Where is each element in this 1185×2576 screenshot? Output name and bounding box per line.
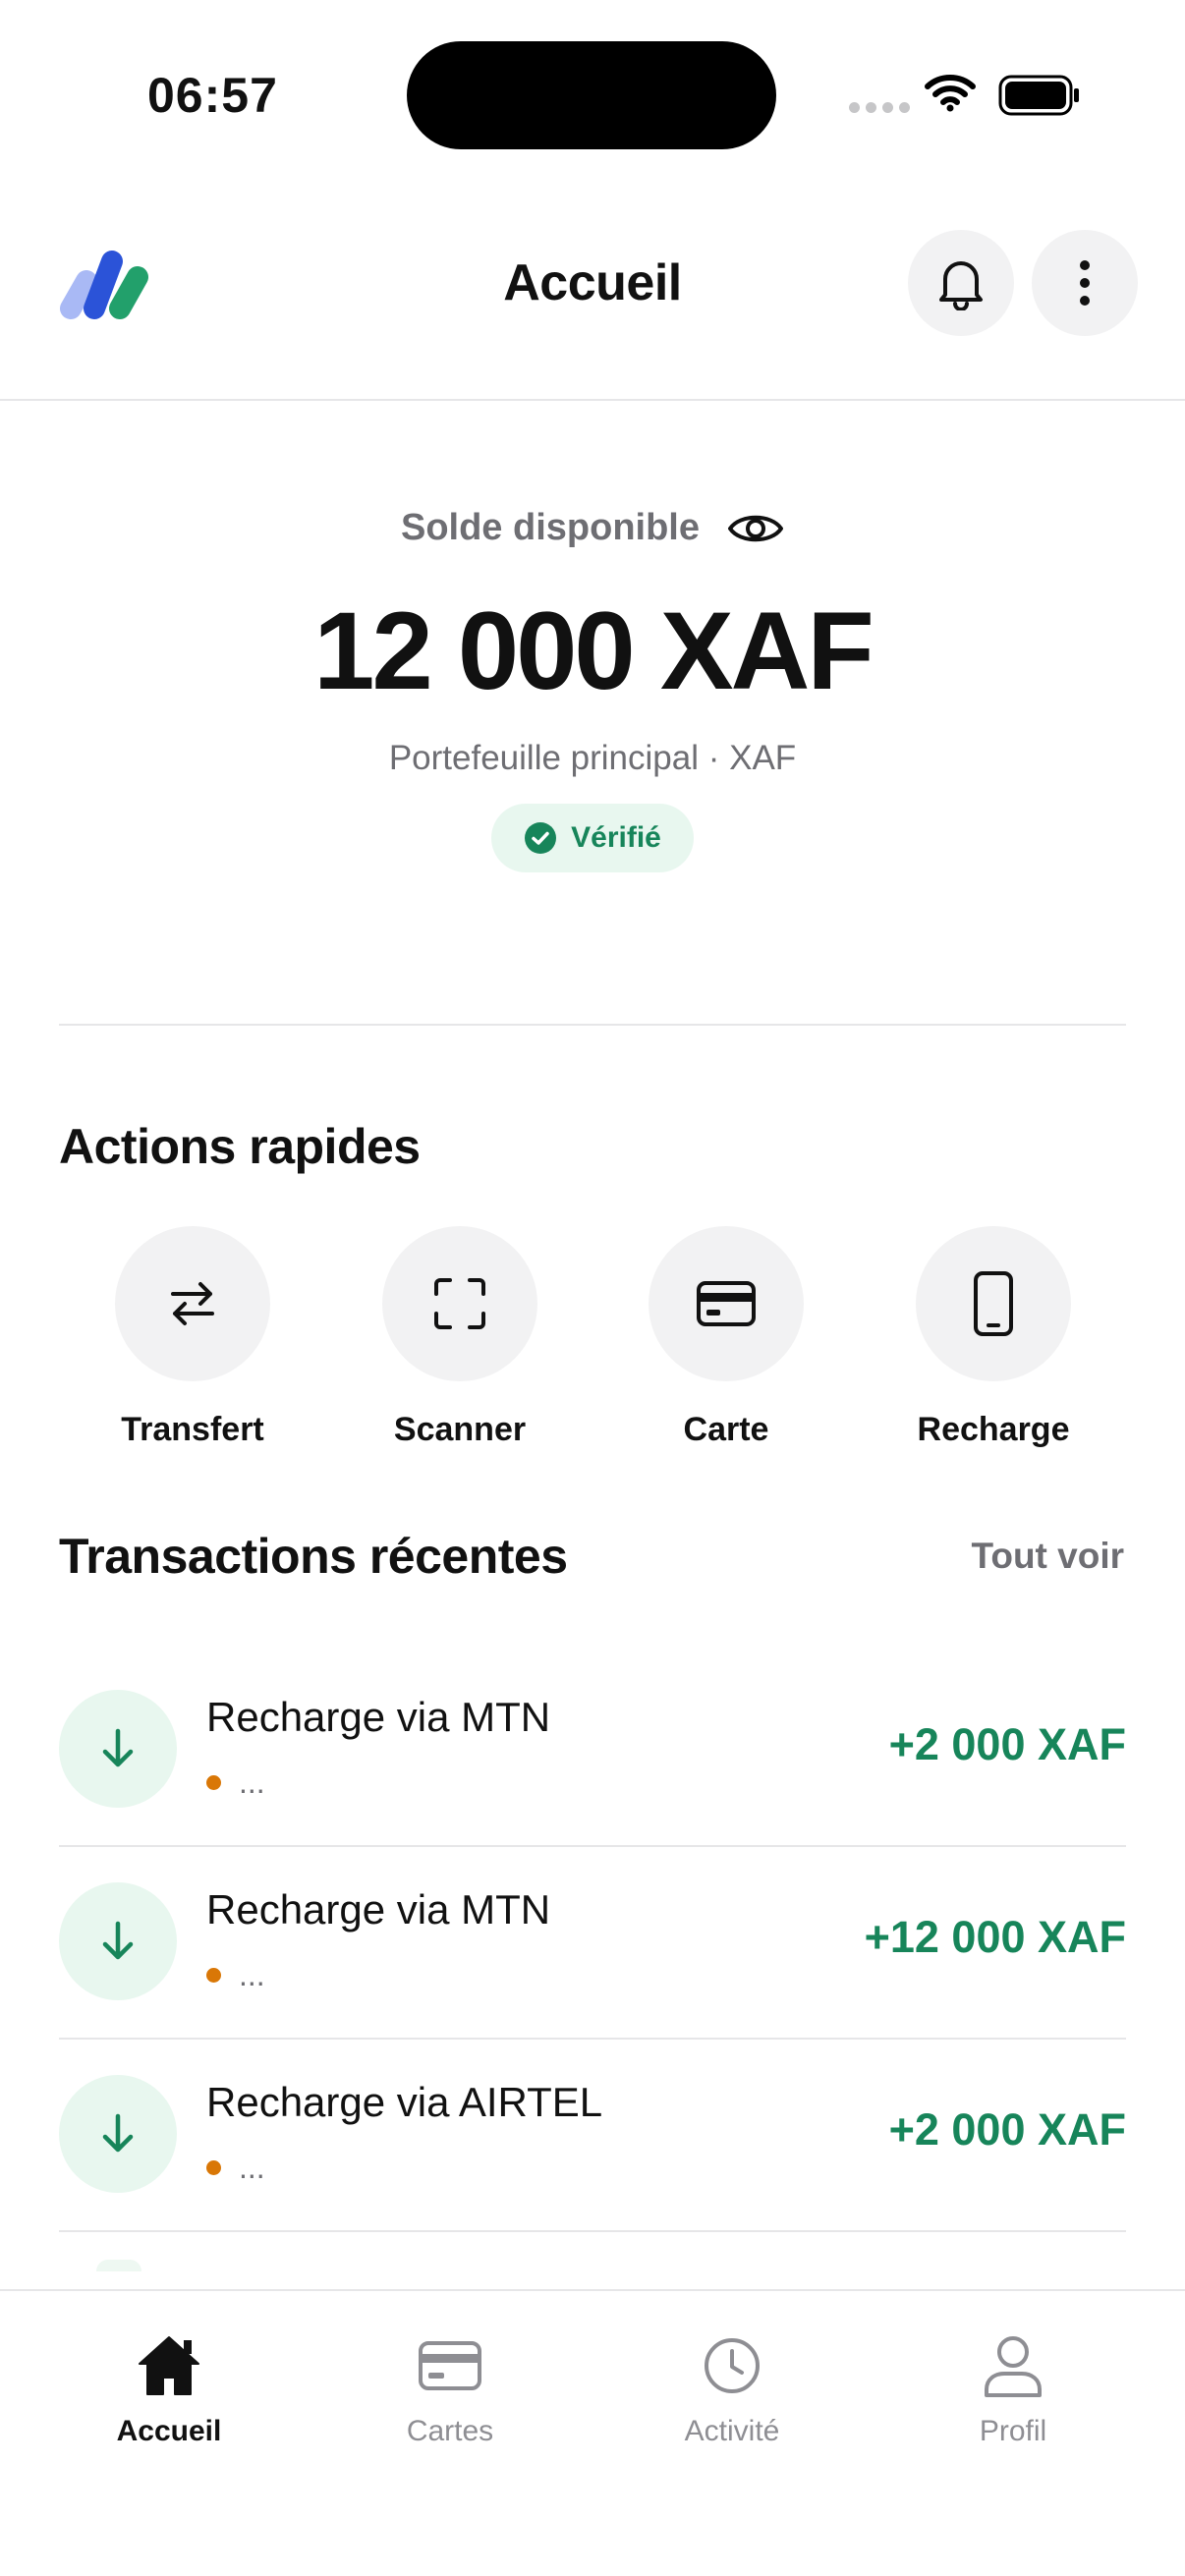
dynamic-island	[407, 41, 776, 149]
scan-frame-icon	[434, 1278, 485, 1329]
nav-label: Cartes	[406, 2415, 494, 2447]
nav-cartes[interactable]: Cartes	[332, 2328, 568, 2448]
transaction-status: ...	[239, 1957, 265, 1992]
balance-label: Solde disponible	[400, 507, 701, 548]
transfer-arrows-icon	[171, 1282, 214, 1325]
action-circle[interactable]	[382, 1226, 537, 1381]
wallet-label: Portefeuille principal · XAF	[388, 739, 797, 777]
action-label: Carte	[683, 1411, 769, 1448]
notifications-button[interactable]	[908, 230, 1014, 336]
clock-icon	[705, 2338, 760, 2393]
more-options-button[interactable]	[1032, 230, 1138, 336]
check-circle-icon	[525, 822, 557, 854]
pending-status-dot	[206, 1775, 221, 1790]
action-carte[interactable]: Carte	[608, 1226, 844, 1449]
nav-label: Profil	[979, 2415, 1047, 2447]
wifi-icon	[925, 75, 976, 112]
transactions-title: Transactions récentes	[59, 1529, 568, 1584]
see-all-link[interactable]: Tout voir	[971, 1536, 1124, 1577]
transaction-name: Recharge via AIRTEL	[206, 2079, 603, 2125]
next-transaction-peek	[96, 2260, 141, 2271]
transaction-row[interactable]: Recharge via AIRTEL ... +2 000 XAF	[59, 2040, 1126, 2232]
transaction-amount: +2 000 XAF	[888, 2104, 1126, 2155]
home-screen: 06:57 Accueil Solde disponible 12 000 XA…	[0, 0, 1185, 2576]
balance-section: Solde disponible 12 000 XAF Portefeuille…	[0, 401, 1185, 1028]
action-label: Transfert	[121, 1411, 264, 1448]
transaction-status: ...	[239, 2150, 265, 2185]
nav-label: Activité	[684, 2415, 780, 2447]
pending-status-dot	[206, 1968, 221, 1983]
cellular-signal-icon	[849, 102, 910, 113]
action-label: Recharge	[917, 1411, 1070, 1448]
eye-icon[interactable]	[727, 510, 784, 547]
nav-accueil[interactable]: Accueil	[51, 2328, 287, 2448]
transaction-name: Recharge via MTN	[206, 1694, 551, 1740]
arrow-down-icon	[102, 1921, 134, 1960]
arrow-down-icon	[102, 1728, 134, 1767]
balance-amount: 12 000 XAF	[313, 589, 875, 712]
incoming-transaction-icon	[59, 1690, 177, 1808]
transaction-status-row: ...	[206, 1764, 265, 1801]
action-transfert[interactable]: Transfert	[75, 1226, 310, 1449]
status-time: 06:57	[147, 68, 278, 123]
transaction-row[interactable]: Recharge via MTN ... +2 000 XAF	[59, 1654, 1126, 1847]
card-icon	[419, 2341, 481, 2390]
nav-profil[interactable]: Profil	[895, 2328, 1131, 2448]
action-recharge[interactable]: Recharge	[875, 1226, 1111, 1449]
incoming-transaction-icon	[59, 2075, 177, 2193]
bottom-navigation: Accueil Cartes Activité Profil	[0, 2289, 1185, 2576]
action-circle[interactable]	[115, 1226, 270, 1381]
verified-badge: Vérifié	[491, 804, 694, 872]
arrow-down-icon	[102, 2113, 134, 2153]
more-vertical-icon	[1080, 260, 1090, 306]
user-icon	[985, 2336, 1042, 2397]
nav-activite[interactable]: Activité	[614, 2328, 850, 2448]
action-circle[interactable]	[649, 1226, 804, 1381]
transaction-row[interactable]: Recharge via MTN ... +12 000 XAF	[59, 1847, 1126, 2040]
bell-icon	[939, 261, 983, 310]
credit-card-icon	[697, 1281, 756, 1326]
transaction-amount: +2 000 XAF	[888, 1719, 1126, 1769]
action-circle[interactable]	[916, 1226, 1071, 1381]
verified-label: Vérifié	[571, 821, 661, 854]
status-bar: 06:57	[0, 0, 1185, 187]
balance-label-row: Solde disponible	[0, 507, 1185, 549]
battery-icon	[998, 75, 1079, 116]
transaction-status-row: ...	[206, 1957, 265, 1993]
quick-actions-title: Actions rapides	[59, 1119, 421, 1174]
action-label: Scanner	[393, 1411, 527, 1448]
incoming-transaction-icon	[59, 1882, 177, 2000]
app-header: Accueil	[0, 196, 1185, 401]
section-divider	[59, 1024, 1126, 1026]
phone-icon	[974, 1271, 1013, 1336]
pending-status-dot	[206, 2160, 221, 2175]
transaction-amount: +12 000 XAF	[864, 1912, 1126, 1962]
action-scanner[interactable]: Scanner	[342, 1226, 578, 1449]
transaction-status: ...	[239, 1764, 265, 1800]
transaction-name: Recharge via MTN	[206, 1886, 551, 1932]
transaction-status-row: ...	[206, 2150, 265, 2186]
nav-label: Accueil	[116, 2415, 222, 2447]
home-icon	[139, 2336, 199, 2395]
